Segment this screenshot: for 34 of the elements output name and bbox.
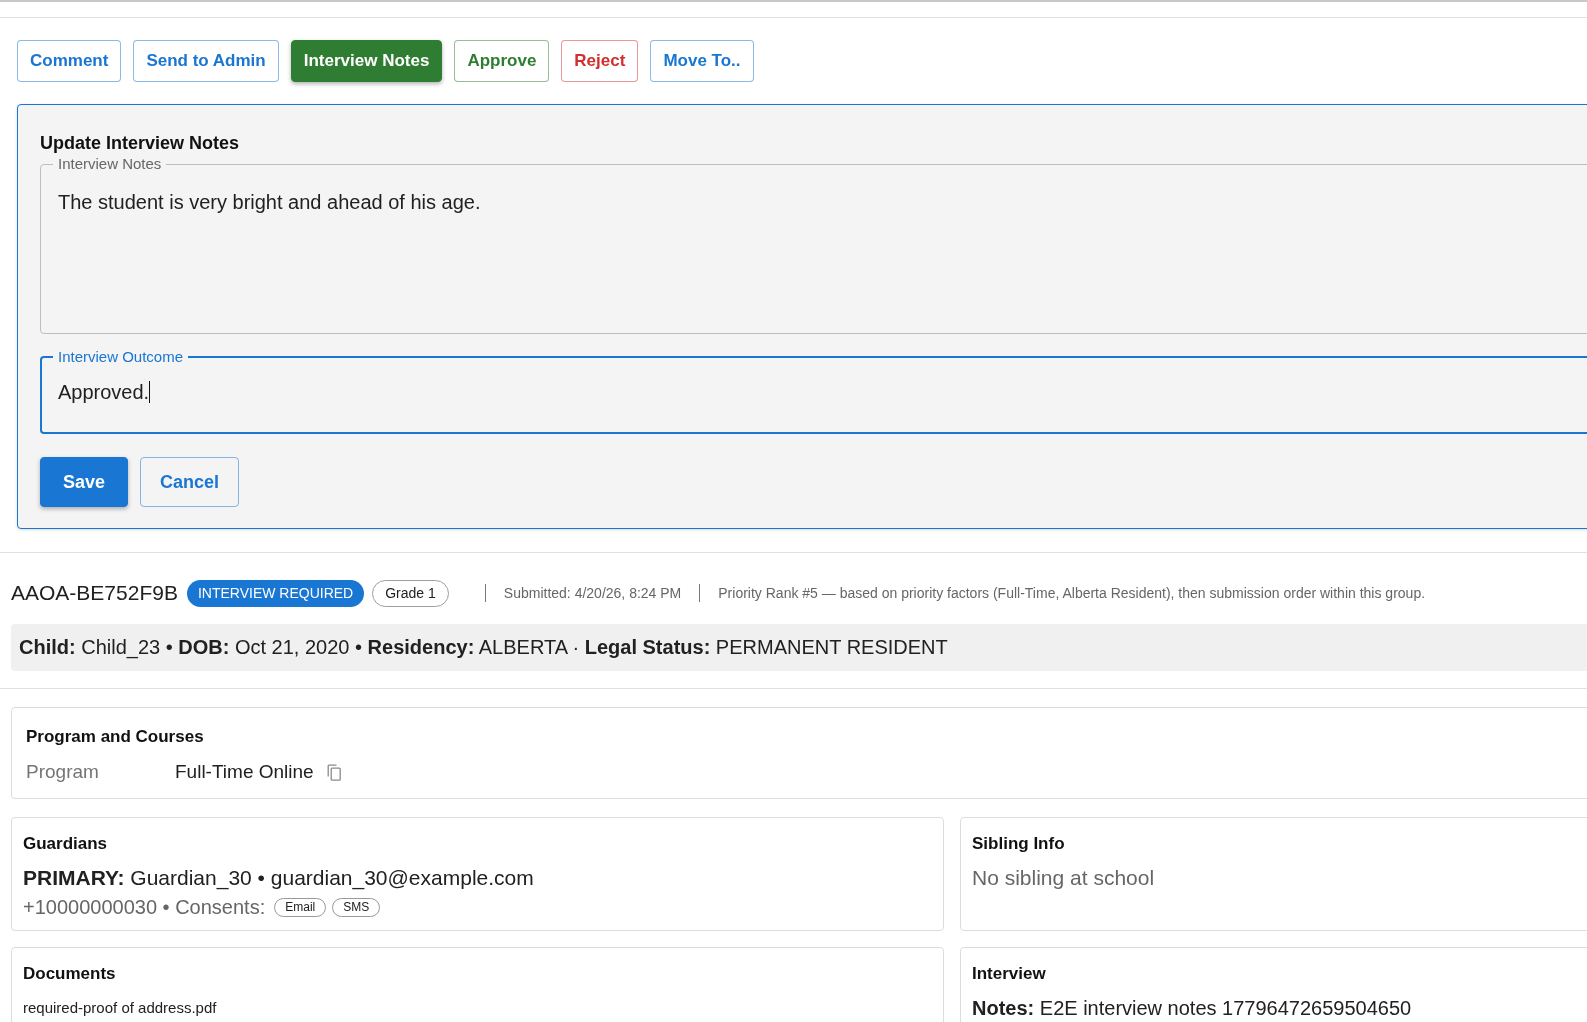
panel-title: Update Interview Notes [40, 132, 241, 154]
card-title: Documents [23, 964, 117, 984]
action-button[interactable]: Approve [454, 40, 550, 82]
form-button[interactable]: Save [40, 457, 129, 507]
action-button[interactable]: Move To.. [650, 40, 754, 82]
field-label: Interview Notes [57, 155, 163, 173]
card-title: Program and Courses [26, 727, 205, 747]
action-button[interactable]: Send to Admin [133, 40, 279, 82]
sibling-text: No sibling at school [972, 865, 1156, 891]
card-title: Interview [972, 964, 1047, 984]
submitted-date: Submitted: 4/20/26, 8:24 PM [503, 584, 682, 602]
form-button[interactable]: Cancel [140, 457, 240, 507]
guardian-contact: +10000000030 • Consents: [23, 895, 266, 919]
field-value: The student is very bright and ahead of his age. [58, 191, 481, 213]
card-title: Guardians [23, 834, 109, 854]
copy-icon[interactable] [326, 763, 341, 781]
text-area[interactable]: Interview Notes The student is very bright and ahead of his age. [40, 155, 1587, 334]
applicant-summary: Child: Child_23 • DOB: Oct 21, 2020 • Residency: ALBERTA · Legal Status: PERMANENT RESIDENT [19, 636, 948, 658]
card-title: Sibling Info [972, 834, 1066, 854]
file-name: required-proof of address.pdf [23, 998, 218, 1018]
action-button[interactable]: Interview Notes [290, 40, 443, 82]
field-label: Program [26, 760, 100, 784]
field-label: Interview Outcome [57, 348, 185, 366]
primary-guardian: PRIMARY: Guardian_30 • guardian_30@example.com [23, 865, 535, 891]
grade-badge: Grade 1 [372, 579, 449, 607]
field-value: Full-Time Online [175, 760, 314, 784]
action-button[interactable]: Reject [561, 40, 639, 82]
action-button[interactable]: Comment [17, 40, 122, 82]
interview-notes: Notes: E2E interview notes 17796472659504650 [972, 998, 1413, 1018]
application-id: AAOA-BE752F9B [11, 580, 178, 606]
text-input[interactable]: Interview Outcome Approved. [40, 348, 1587, 434]
priority-rank-text: Priority Rank #5 — based on priority factors (Full-Time, Alberta Resident), then submission order within this group. [718, 584, 1426, 602]
field-value: Approved. [58, 381, 151, 403]
status-badge: INTERVIEW REQUIRED [186, 579, 365, 607]
